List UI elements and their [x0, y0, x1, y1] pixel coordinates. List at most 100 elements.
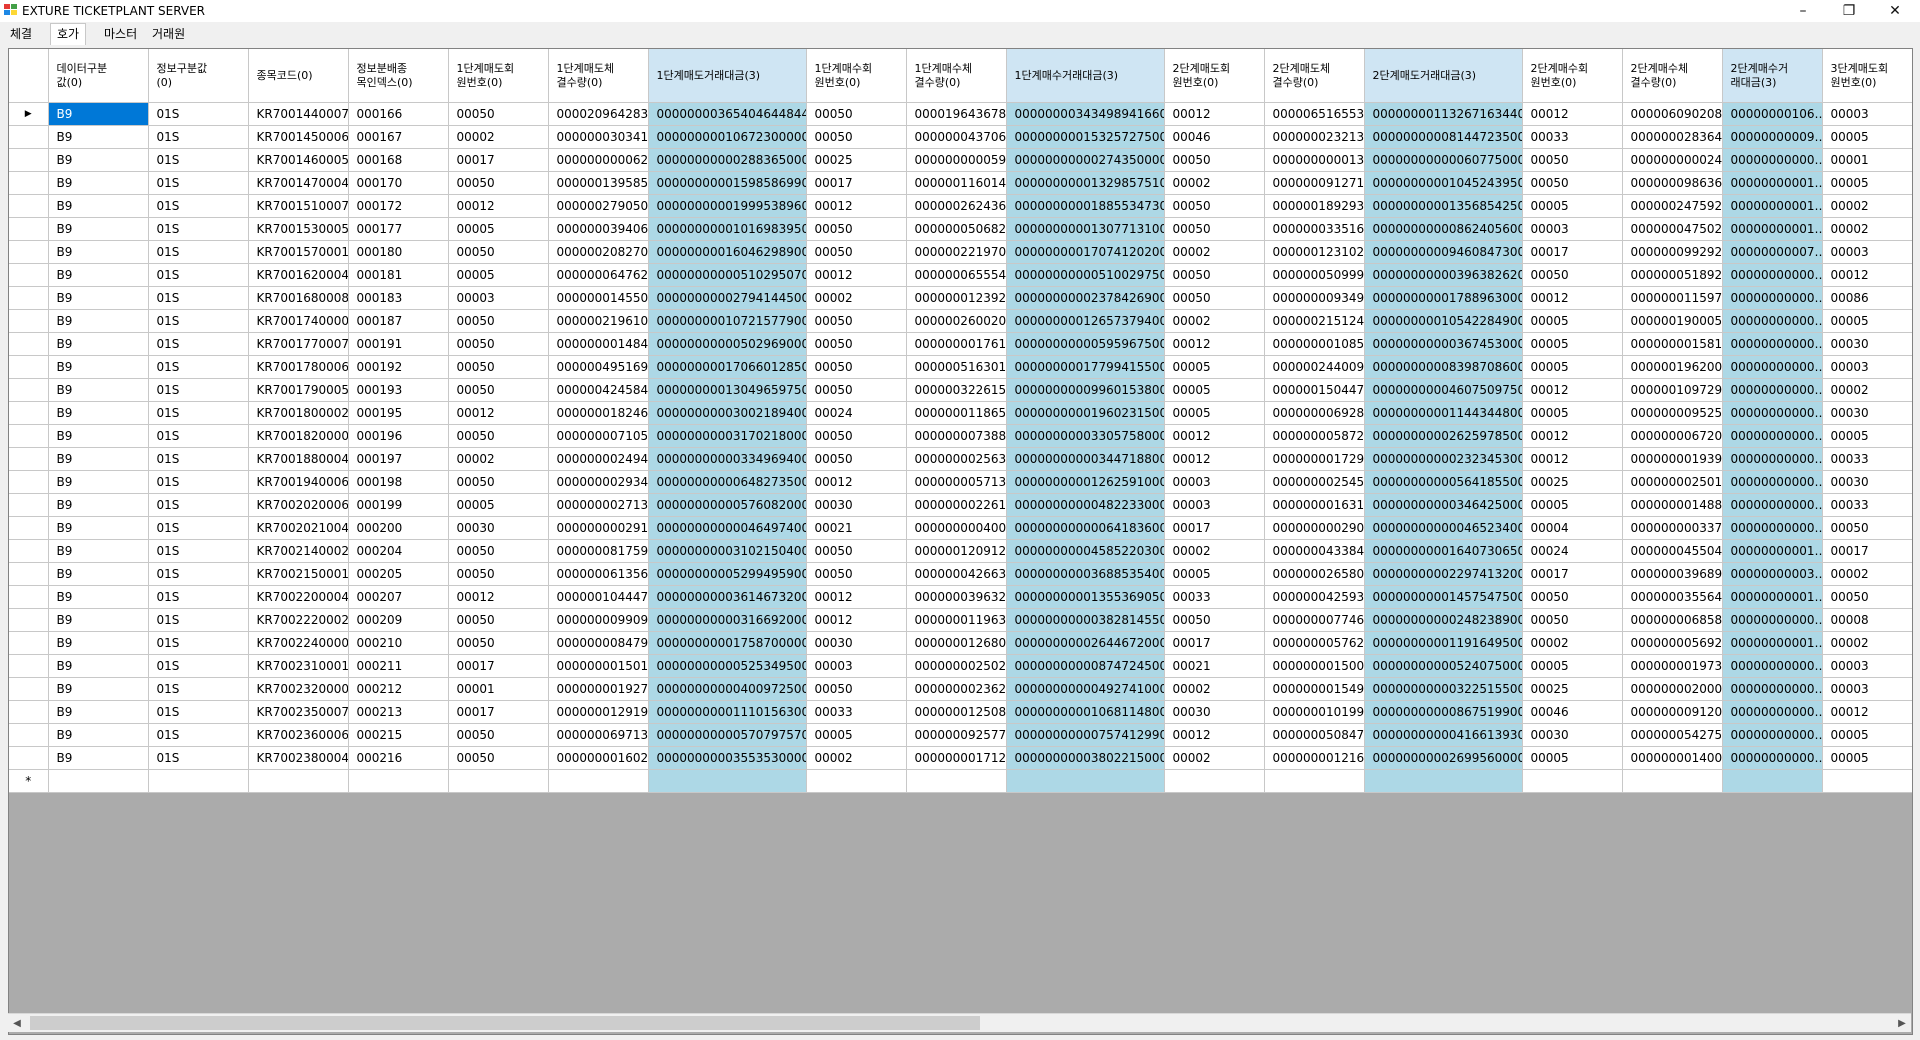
- grid-cell[interactable]: 00000000000060775000.000: [1364, 148, 1523, 172]
- grid-cell[interactable]: 000000001712: [906, 746, 1007, 770]
- grid-cell[interactable]: 00000000003802215000.000: [1006, 746, 1165, 770]
- grid-cell[interactable]: B9: [48, 447, 149, 471]
- grid-cell[interactable]: B9: [48, 401, 149, 425]
- grid-cell[interactable]: 00000000001307713100.000: [1006, 217, 1165, 241]
- grid-cell[interactable]: 00050: [1164, 217, 1265, 241]
- grid-cell[interactable]: 00003: [1822, 677, 1912, 701]
- grid-cell[interactable]: 000177: [348, 217, 449, 241]
- grid-cell[interactable]: 00050: [448, 470, 549, 494]
- grid-cell[interactable]: 000000005713: [906, 470, 1007, 494]
- grid-cell[interactable]: 00002: [1164, 539, 1265, 563]
- grid-cell[interactable]: 00000000003…: [1722, 562, 1823, 586]
- column-header[interactable]: 2단계매수체 결수량(0): [1622, 49, 1723, 103]
- grid-cell[interactable]: B9: [48, 263, 149, 287]
- grid-cell[interactable]: 000006516553: [1264, 102, 1365, 126]
- grid-cell[interactable]: 00021: [1164, 654, 1265, 678]
- grid-cell[interactable]: 000000012680: [906, 631, 1007, 655]
- grid-cell[interactable]: 01S: [148, 631, 249, 655]
- scroll-right-icon[interactable]: ▶: [1893, 1014, 1911, 1032]
- grid-cell[interactable]: 00005: [1822, 424, 1912, 448]
- column-header[interactable]: 3단계매도회 원번호(0): [1822, 49, 1912, 103]
- grid-cell[interactable]: 00033: [1822, 493, 1912, 517]
- row-header[interactable]: [9, 401, 49, 425]
- grid-cell[interactable]: 00000000000322515500.000: [1364, 677, 1523, 701]
- grid-cell[interactable]: B9: [48, 194, 149, 218]
- grid-cell[interactable]: 00024: [1522, 539, 1623, 563]
- grid-cell[interactable]: 000000033516: [1264, 217, 1365, 241]
- grid-cell[interactable]: 00017: [448, 654, 549, 678]
- grid-cell[interactable]: 000000001500: [1264, 654, 1365, 678]
- grid-cell[interactable]: 00000000001758700000.000: [648, 631, 807, 655]
- grid-cell[interactable]: 000000000024: [1622, 148, 1723, 172]
- grid-cell[interactable]: 00000000000…: [1722, 332, 1823, 356]
- grid-cell[interactable]: 00000000001191649500.000: [1364, 631, 1523, 655]
- grid-cell[interactable]: 01S: [148, 355, 249, 379]
- grid-cell[interactable]: 000000045504: [1622, 539, 1723, 563]
- grid-cell[interactable]: 00000000000502969000.000: [648, 332, 807, 356]
- horizontal-scrollbar[interactable]: ◀ ▶: [8, 1013, 1911, 1032]
- grid-cell[interactable]: 00000000001144344800.000: [1364, 401, 1523, 425]
- table-row[interactable]: B9 01S KR7001940006 000198 00050 000000002934…: [9, 470, 1912, 494]
- grid-cell[interactable]: 000000001549: [1264, 677, 1365, 701]
- row-header[interactable]: [9, 309, 49, 333]
- row-header[interactable]: [9, 677, 49, 701]
- grid-cell[interactable]: [1006, 769, 1165, 793]
- grid-cell[interactable]: 00050: [1164, 286, 1265, 310]
- grid-cell[interactable]: KR7001880004: [248, 447, 349, 471]
- grid-cell[interactable]: 00003: [1522, 217, 1623, 241]
- grid-cell[interactable]: 00046: [1522, 700, 1623, 724]
- grid-cell[interactable]: 00012: [1522, 378, 1623, 402]
- grid-cell[interactable]: 00021: [806, 516, 907, 540]
- grid-cell[interactable]: KR7001620004: [248, 263, 349, 287]
- grid-cell[interactable]: 000000109729: [1622, 378, 1723, 402]
- grid-cell[interactable]: [1164, 769, 1265, 793]
- grid-cell[interactable]: 00000000000510029750.000: [1006, 263, 1165, 287]
- grid-cell[interactable]: 000000139585: [548, 171, 649, 195]
- grid-cell[interactable]: 00046: [1164, 125, 1265, 149]
- grid-cell[interactable]: 00050: [448, 355, 549, 379]
- grid-cell[interactable]: KR7002220002: [248, 608, 349, 632]
- grid-cell[interactable]: B9: [48, 378, 149, 402]
- grid-cell[interactable]: 000000002501: [1622, 470, 1723, 494]
- row-header[interactable]: [9, 631, 49, 655]
- grid-cell[interactable]: 000000006928: [1264, 401, 1365, 425]
- grid-cell[interactable]: 01S: [148, 171, 249, 195]
- column-header[interactable]: 2단계매도거래대금(3): [1364, 49, 1523, 103]
- grid-cell[interactable]: 01S: [148, 424, 249, 448]
- grid-cell[interactable]: B9: [48, 723, 149, 747]
- grid-cell[interactable]: 01S: [148, 148, 249, 172]
- grid-cell[interactable]: KR7001440007: [248, 102, 349, 126]
- grid-cell[interactable]: 00000000001598586990.000: [648, 171, 807, 195]
- grid-cell[interactable]: 000000005872: [1264, 424, 1365, 448]
- table-row[interactable]: B9 01S KR7001680008 000183 00003 000000014550…: [9, 286, 1912, 310]
- grid-cell[interactable]: 00005: [806, 723, 907, 747]
- table-row[interactable]: B9 01S KR7002310001 000211 00017 000000001501…: [9, 654, 1912, 678]
- grid-cell[interactable]: KR7001740000: [248, 309, 349, 333]
- row-header[interactable]: [9, 355, 49, 379]
- grid-cell[interactable]: 00000000000757412990.000: [1006, 723, 1165, 747]
- tab-brokers[interactable]: 거래원: [146, 25, 191, 43]
- grid-cell[interactable]: 00000000000316692000.000: [648, 608, 807, 632]
- grid-cell[interactable]: 000000023213: [1264, 125, 1365, 149]
- grid-cell[interactable]: 00050: [1522, 148, 1623, 172]
- grid-cell[interactable]: 000000000290: [1264, 516, 1365, 540]
- table-row[interactable]: B9 01S KR7002350007 000213 00017 000000012919…: [9, 700, 1912, 724]
- grid-cell[interactable]: 00000000017074120200.000: [1006, 240, 1165, 264]
- grid-cell[interactable]: B9: [48, 171, 149, 195]
- grid-cell[interactable]: B9: [48, 332, 149, 356]
- grid-cell[interactable]: 00002: [1164, 746, 1265, 770]
- grid-cell[interactable]: 00012: [448, 585, 549, 609]
- table-row[interactable]: B9 01S KR7002360006 000215 00050 000000069713…: [9, 723, 1912, 747]
- grid-cell[interactable]: 000000026580: [1264, 562, 1365, 586]
- grid-cell[interactable]: 00012: [1522, 286, 1623, 310]
- grid-cell[interactable]: 00000000003002189400.000: [648, 401, 807, 425]
- grid-cell[interactable]: 00000000000334969400.000: [648, 447, 807, 471]
- grid-cell[interactable]: 000000051892: [1622, 263, 1723, 287]
- grid-cell[interactable]: 00000000004607509750.000: [1364, 378, 1523, 402]
- grid-cell[interactable]: 00000000017066012850.000: [648, 355, 807, 379]
- grid-cell[interactable]: 01S: [148, 539, 249, 563]
- grid-cell[interactable]: 000000081759: [548, 539, 649, 563]
- grid-cell[interactable]: 000000000059: [906, 148, 1007, 172]
- grid-cell[interactable]: 00050: [448, 723, 549, 747]
- grid-cell[interactable]: 000000002362: [906, 677, 1007, 701]
